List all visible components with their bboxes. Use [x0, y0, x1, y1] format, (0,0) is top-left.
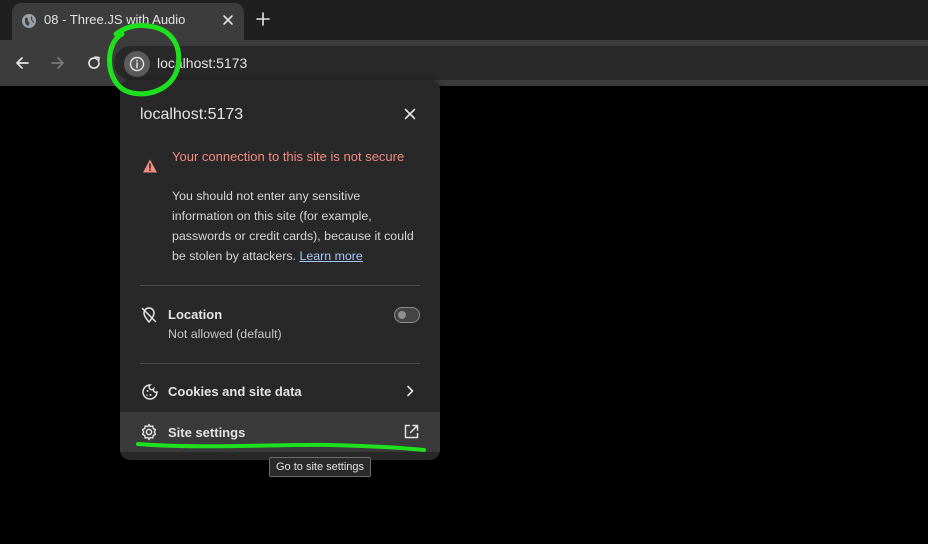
address-bar-url[interactable]: localhost:5173 [157, 55, 247, 71]
learn-more-link[interactable]: Learn more [299, 249, 362, 263]
gear-icon [141, 423, 157, 441]
location-off-icon [141, 307, 157, 324]
open-in-new-icon [404, 424, 419, 439]
location-value: Not allowed (default) [168, 327, 282, 341]
site-settings-label: Site settings [168, 425, 246, 440]
close-tab-icon[interactable] [220, 12, 236, 28]
new-tab-icon[interactable] [255, 11, 271, 27]
popup-host: localhost:5173 [140, 106, 244, 123]
globe-icon [22, 14, 36, 28]
site-settings-row[interactable]: Site settings [120, 412, 440, 452]
back-arrow-icon[interactable] [14, 55, 30, 71]
warning-body: You should not enter any sensitive infor… [172, 186, 417, 266]
tab-strip: 08 - Three.JS with Audio [0, 0, 928, 40]
location-toggle[interactable] [394, 307, 420, 323]
divider [140, 363, 420, 364]
warning-title: Your connection to this site is not secu… [172, 149, 405, 164]
info-icon [129, 56, 145, 72]
warning-icon [143, 159, 157, 173]
cookies-and-site-data-row[interactable]: Cookies and site data [120, 372, 440, 412]
warning-text: You should not enter any sensitive infor… [172, 189, 414, 263]
cookie-icon [142, 384, 158, 400]
site-info-button[interactable] [124, 51, 150, 77]
reload-icon[interactable] [86, 55, 102, 71]
browser-tab[interactable]: 08 - Three.JS with Audio [12, 3, 244, 40]
divider [140, 285, 420, 286]
toggle-knob [398, 311, 406, 319]
forward-arrow-icon[interactable] [50, 55, 66, 71]
tab-title: 08 - Three.JS with Audio [44, 12, 186, 27]
cookies-label: Cookies and site data [168, 384, 302, 399]
tooltip: Go to site settings [269, 457, 372, 477]
location-label: Location [168, 307, 223, 322]
chevron-right-icon [407, 385, 414, 397]
site-info-popup: localhost:5173 Your connection to this s… [120, 80, 440, 460]
close-icon[interactable] [402, 106, 418, 122]
